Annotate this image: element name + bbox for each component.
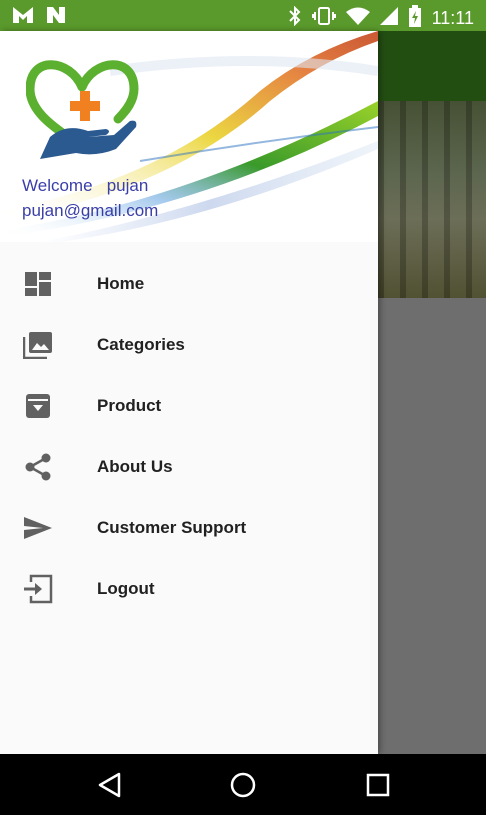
menu-item-label: Home <box>97 273 145 293</box>
login-icon <box>22 573 54 605</box>
battery-icon <box>408 5 422 32</box>
menu-item-label: Categories <box>97 334 185 354</box>
signal-icon <box>379 7 398 30</box>
bluetooth-icon <box>288 5 302 31</box>
menu-item-product[interactable]: Product <box>0 375 378 436</box>
share-icon <box>22 451 54 483</box>
menu-item-about-us[interactable]: About Us <box>0 436 378 497</box>
clock: 11:11 <box>431 8 474 28</box>
notification-m-icon <box>12 6 34 29</box>
wifi-icon <box>345 7 370 30</box>
welcome-text: Welcome pujan <box>22 176 149 195</box>
menu-item-home[interactable]: Home <box>0 253 378 314</box>
drawer-header: Welcome pujan pujan@gmail.com <box>0 31 378 242</box>
vibrate-icon <box>311 6 336 31</box>
back-icon[interactable] <box>95 770 125 800</box>
navigation-bar <box>0 754 486 815</box>
app-logo <box>25 49 142 166</box>
menu-item-logout[interactable]: Logout <box>0 558 378 619</box>
menu-item-categories[interactable]: Categories <box>0 314 378 375</box>
notification-n-icon <box>46 6 66 29</box>
dashboard-icon <box>22 268 54 300</box>
app-toolbar <box>378 31 486 101</box>
user-email: pujan@gmail.com <box>22 201 159 220</box>
menu-item-label: About Us <box>97 456 173 476</box>
navigation-drawer: Welcome pujan pujan@gmail.com Home Categ… <box>0 31 378 754</box>
menu-item-label: Product <box>97 395 162 415</box>
menu-item-label: Customer Support <box>97 517 247 537</box>
drawer-menu: Home Categories Product About Us Custome… <box>0 253 378 619</box>
app-banner-image <box>378 101 486 298</box>
send-icon <box>22 512 54 544</box>
app-content-scrim[interactable] <box>378 31 486 754</box>
menu-item-label: Logout <box>97 578 155 598</box>
home-icon[interactable] <box>228 770 258 800</box>
archive-icon <box>22 390 54 422</box>
recents-icon[interactable] <box>363 770 393 800</box>
status-bar: 11:11 <box>0 0 486 31</box>
photo-library-icon <box>22 329 54 361</box>
menu-item-customer-support[interactable]: Customer Support <box>0 497 378 558</box>
